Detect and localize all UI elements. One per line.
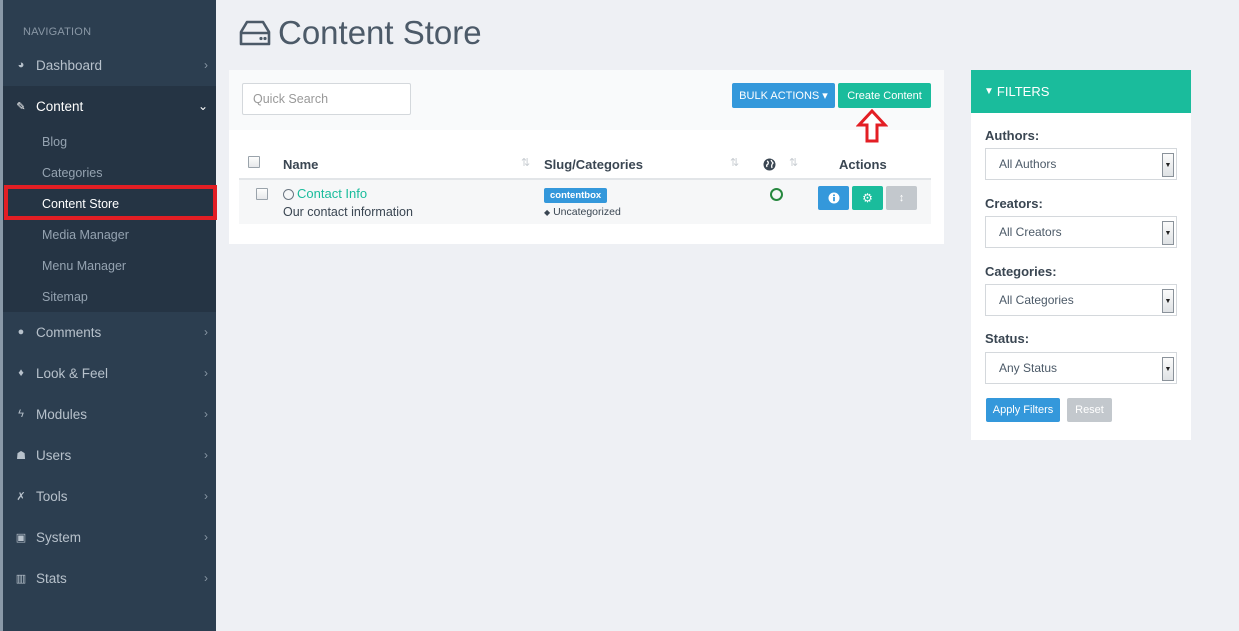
- chevron-right-icon: ›: [204, 58, 208, 72]
- authors-select[interactable]: All Authors ▼: [985, 148, 1177, 180]
- sidebar-item-label: Look & Feel: [36, 365, 109, 381]
- authors-label: Authors:: [985, 128, 1040, 143]
- sidebar-subitem-menu-manager[interactable]: Menu Manager: [3, 250, 216, 281]
- filters-title: FILTERS: [996, 84, 1050, 99]
- sidebar-item-users[interactable]: ☗ Users ›: [3, 435, 216, 475]
- nav-title: NAVIGATION: [23, 26, 92, 38]
- dashboard-icon: ◕: [17, 59, 25, 71]
- settings-button[interactable]: ⚙: [852, 186, 883, 210]
- sidebar-item-system[interactable]: ▣ System ›: [3, 517, 216, 557]
- create-content-button[interactable]: Create Content: [838, 83, 931, 108]
- info-icon: [828, 192, 839, 204]
- info-button[interactable]: [818, 186, 849, 210]
- user-icon: ☗: [16, 449, 26, 462]
- chevron-right-icon: ›: [204, 448, 208, 462]
- page-title-text: Content Store: [278, 14, 482, 51]
- cogs-icon: ⚙: [862, 191, 873, 205]
- sidebar-item-label: Content: [36, 98, 84, 114]
- filters-header: ▼ FILTERS: [971, 70, 1191, 113]
- reorder-button[interactable]: ↕: [886, 186, 917, 210]
- filter-icon: ▼: [984, 86, 994, 97]
- wrench-icon: ✗: [16, 490, 26, 503]
- authors-select-value: All Authors: [999, 157, 1057, 171]
- sort-icon[interactable]: ⇅: [521, 156, 530, 169]
- apply-filters-button[interactable]: Apply Filters: [986, 398, 1060, 422]
- sidebar-item-look-feel[interactable]: ♦ Look & Feel ›: [3, 353, 216, 393]
- status-select-value: Any Status: [999, 361, 1058, 375]
- sidebar-item-label: Stats: [36, 570, 67, 586]
- published-status-icon: [770, 188, 783, 201]
- categories-select[interactable]: All Categories ▼: [985, 284, 1177, 316]
- sidebar-item-label: Users: [36, 447, 72, 463]
- sidebar-subitem-media-manager[interactable]: Media Manager: [3, 219, 216, 250]
- sidebar-item-stats[interactable]: ▥ Stats ›: [3, 558, 216, 598]
- tint-icon: ♦: [18, 367, 24, 379]
- column-header-actions: Actions: [839, 157, 887, 172]
- category-label: ◆ Uncategorized: [544, 206, 621, 218]
- slug-badge: contentbox: [544, 188, 608, 203]
- briefcase-icon: ▣: [15, 531, 27, 544]
- sidebar-item-modules[interactable]: ϟ Modules ›: [3, 394, 216, 434]
- sidebar-item-tools[interactable]: ✗ Tools ›: [3, 476, 216, 516]
- page-title: Content Store: [238, 14, 482, 52]
- chevron-right-icon: ›: [204, 571, 208, 585]
- status-label: Status:: [985, 331, 1030, 346]
- sidebar: NAVIGATION ◕ Dashboard › ✎ Content ⌄ Blo…: [0, 0, 216, 631]
- tag-icon: ◆: [544, 208, 551, 217]
- sort-icon[interactable]: ⇅: [730, 156, 739, 169]
- bulk-actions-button[interactable]: BULK ACTIONS ▾: [732, 83, 835, 108]
- dropdown-arrow-icon: ▼: [1162, 153, 1174, 177]
- comment-icon: ●: [17, 326, 25, 338]
- creators-select-value: All Creators: [999, 225, 1062, 239]
- sort-icon[interactable]: ⇅: [789, 156, 798, 169]
- red-arrow-annotation: [856, 109, 888, 143]
- status-circle-icon: [283, 189, 294, 200]
- content-title-link[interactable]: Contact Info: [297, 186, 367, 201]
- chevron-right-icon: ›: [204, 366, 208, 380]
- content-description: Our contact information: [283, 205, 413, 219]
- dropdown-arrow-icon: ▼: [1162, 357, 1174, 381]
- content-panel: Quick Search BULK ACTIONS ▾ Create Conte…: [229, 70, 944, 244]
- column-header-slug[interactable]: Slug/Categories: [544, 157, 643, 172]
- sidebar-item-label: Modules: [36, 406, 88, 422]
- reset-button[interactable]: Reset: [1067, 398, 1112, 422]
- dropdown-arrow-icon: ▼: [1162, 221, 1174, 245]
- hdd-icon: [239, 20, 271, 46]
- search-input[interactable]: Quick Search: [242, 83, 411, 115]
- arrows-vertical-icon: ↕: [898, 192, 905, 204]
- chevron-right-icon: ›: [204, 530, 208, 544]
- status-select[interactable]: Any Status ▼: [985, 352, 1177, 384]
- sidebar-subitem-categories[interactable]: Categories: [3, 157, 216, 188]
- categories-label: Categories:: [985, 264, 1057, 279]
- row-checkbox[interactable]: [256, 188, 268, 200]
- sidebar-item-dashboard[interactable]: ◕ Dashboard ›: [3, 45, 216, 85]
- sidebar-subitem-sitemap[interactable]: Sitemap: [3, 281, 216, 312]
- select-all-checkbox[interactable]: [248, 156, 260, 168]
- chevron-right-icon: ›: [204, 407, 208, 421]
- chevron-right-icon: ›: [204, 489, 208, 503]
- filters-panel: ▼ FILTERS Authors: All Authors ▼ Creator…: [971, 70, 1191, 440]
- sidebar-item-comments[interactable]: ● Comments ›: [3, 312, 216, 352]
- categories-select-value: All Categories: [999, 293, 1074, 307]
- chevron-right-icon: ›: [204, 325, 208, 339]
- category-text: Uncategorized: [553, 206, 621, 218]
- bolt-icon: ϟ: [18, 408, 24, 420]
- creators-select[interactable]: All Creators ▼: [985, 216, 1177, 248]
- sidebar-item-label: Tools: [36, 488, 68, 504]
- pencil-icon: ✎: [16, 100, 26, 113]
- sidebar-item-label: Dashboard: [36, 57, 103, 73]
- sidebar-item-label: Comments: [36, 324, 102, 340]
- sidebar-item-label: System: [36, 529, 82, 545]
- sidebar-subitem-blog[interactable]: Blog: [3, 126, 216, 157]
- sidebar-item-content[interactable]: ✎ Content ⌄: [3, 86, 216, 126]
- dropdown-arrow-icon: ▼: [1162, 289, 1174, 313]
- creators-label: Creators:: [985, 196, 1043, 211]
- column-header-name[interactable]: Name: [283, 157, 318, 172]
- globe-icon[interactable]: [763, 158, 776, 171]
- chevron-down-icon: ⌄: [197, 99, 208, 113]
- bar-chart-icon: ▥: [15, 572, 27, 585]
- content-store-highlight: [4, 185, 217, 220]
